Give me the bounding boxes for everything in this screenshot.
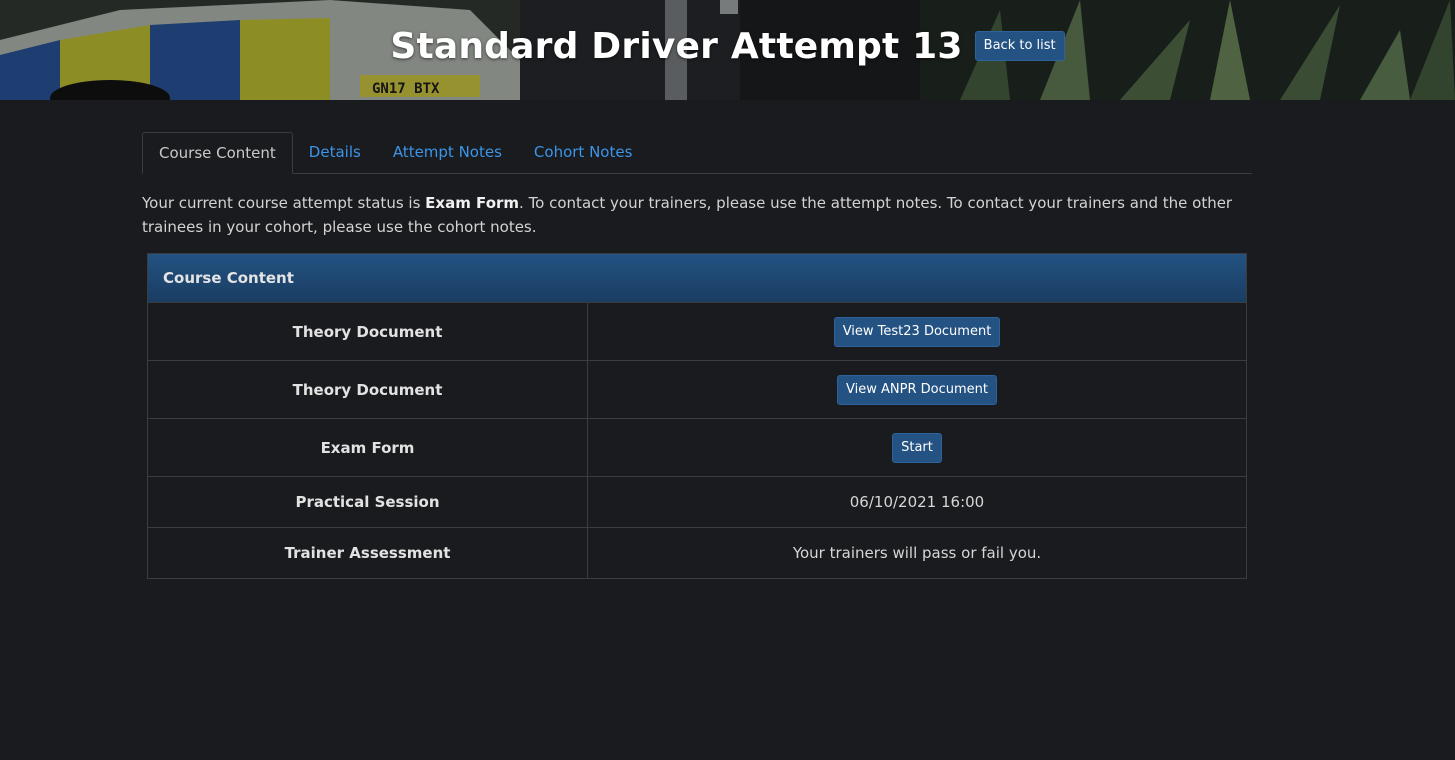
- tab-cohort-notes[interactable]: Cohort Notes: [518, 132, 648, 173]
- status-message: Your current course attempt status is Ex…: [142, 191, 1242, 239]
- back-to-list-button[interactable]: Back to list: [974, 31, 1065, 61]
- tab-course-content[interactable]: Course Content: [142, 132, 293, 174]
- status-prefix: Your current course attempt status is: [142, 194, 426, 212]
- practical-session-datetime: 06/10/2021 16:00: [587, 476, 1246, 528]
- status-value: Exam Form: [425, 194, 520, 212]
- row-label: Theory Document: [148, 360, 588, 419]
- page-title: Standard Driver Attempt 13: [390, 25, 963, 67]
- row-label: Trainer Assessment: [148, 527, 588, 578]
- table-row: Practical Session 06/10/2021 16:00: [148, 476, 1246, 528]
- start-exam-button[interactable]: Start: [892, 432, 942, 463]
- course-content-panel: Course Content Theory Document View Test…: [147, 253, 1247, 579]
- course-content-table: Theory Document View Test23 Document The…: [148, 303, 1246, 578]
- tab-details[interactable]: Details: [293, 132, 377, 173]
- table-row: Theory Document View ANPR Document: [148, 360, 1246, 419]
- row-label: Theory Document: [148, 303, 588, 361]
- tab-bar: Course Content Details Attempt Notes Coh…: [142, 132, 1252, 174]
- row-action: View Test23 Document: [588, 303, 1247, 361]
- tab-attempt-notes[interactable]: Attempt Notes: [377, 132, 518, 173]
- row-action: Start: [587, 418, 1246, 477]
- view-anpr-document-button[interactable]: View ANPR Document: [837, 374, 997, 405]
- header-banner: GN17 BTX Standard Driver Attempt 13 Back…: [0, 0, 1455, 100]
- table-row: Theory Document View Test23 Document: [148, 303, 1246, 361]
- row-action: View ANPR Document: [587, 360, 1246, 419]
- row-label: Practical Session: [148, 476, 588, 528]
- main-content: Course Content Details Attempt Notes Coh…: [142, 132, 1252, 579]
- table-row: Exam Form Start: [148, 418, 1246, 477]
- view-test23-document-button[interactable]: View Test23 Document: [833, 316, 1001, 347]
- trainer-assessment-text: Your trainers will pass or fail you.: [587, 527, 1246, 578]
- row-label: Exam Form: [148, 418, 588, 477]
- panel-title: Course Content: [148, 254, 1246, 303]
- table-row: Trainer Assessment Your trainers will pa…: [148, 527, 1246, 578]
